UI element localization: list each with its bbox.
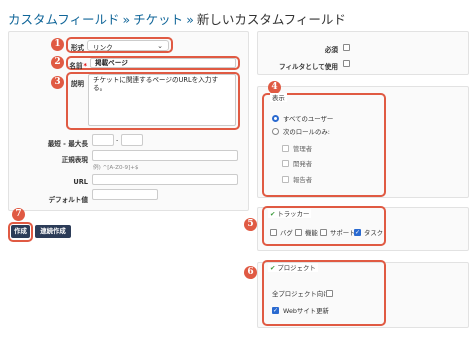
breadcrumb-custom-fields-link[interactable]: カスタムフィールド xyxy=(8,12,120,27)
role-manager-label: 管理者 xyxy=(293,145,313,153)
create-button[interactable]: 作成 xyxy=(11,225,30,238)
format-label: 形式 xyxy=(70,44,84,52)
breadcrumb: カスタムフィールド» チケット» 新しいカスタムフィールド xyxy=(8,9,346,28)
tracker-task-label: タスク xyxy=(364,229,384,237)
regex-label: 正規表現 xyxy=(61,156,88,164)
min-length-input[interactable] xyxy=(92,134,114,146)
create-continue-button[interactable]: 連続作成 xyxy=(35,225,71,238)
all-users-label: すべてのユーザー xyxy=(283,115,334,123)
checkmark-icon: ✔ xyxy=(270,264,276,272)
description-textarea[interactable]: チケットに関連するページのURLを入力する。 xyxy=(88,74,236,126)
roles-only-radio[interactable] xyxy=(272,128,279,135)
highlight-visibility xyxy=(262,93,386,197)
min-max-length-label: 最短 - 最大長 xyxy=(47,140,88,148)
tracker-feature-checkbox[interactable] xyxy=(295,229,302,236)
tracker-task-checkbox[interactable]: ✓ xyxy=(354,229,361,236)
role-reporter-label: 報告者 xyxy=(293,176,313,184)
annotation-badge-5: 5 xyxy=(244,218,257,231)
format-select[interactable]: リンク ⌄ xyxy=(87,40,169,52)
annotation-badge-3: 3 xyxy=(51,76,64,89)
regex-input[interactable] xyxy=(92,150,238,161)
url-label: URL xyxy=(73,178,88,186)
tracker-support-label: サポート xyxy=(330,229,356,237)
annotation-badge-7: 7 xyxy=(12,208,25,221)
checkmark-icon: ✔ xyxy=(270,210,276,218)
filter-checkbox[interactable] xyxy=(343,60,350,67)
description-label: 説明 xyxy=(70,80,84,88)
tracker-legend: ✔ トラッカー xyxy=(268,209,312,218)
visibility-legend: 表示 xyxy=(270,93,287,102)
range-dash: - xyxy=(116,136,119,144)
project-website-update-label: Webサイト更新 xyxy=(283,307,329,315)
role-reporter-checkbox[interactable] xyxy=(282,176,289,183)
role-dev-checkbox[interactable] xyxy=(282,160,289,167)
name-label: 名前* xyxy=(69,62,87,70)
name-input[interactable]: 掲載ページ xyxy=(90,58,236,68)
filter-label: フィルタとして使用 xyxy=(278,63,338,71)
required-asterisk: * xyxy=(83,62,87,70)
all-projects-label: 全プロジェクト向け xyxy=(272,290,330,298)
required-checkbox[interactable] xyxy=(343,44,350,51)
required-label: 必須 xyxy=(324,46,338,54)
role-dev-label: 開発者 xyxy=(293,160,313,168)
role-manager-checkbox[interactable] xyxy=(282,145,289,152)
annotation-badge-2: 2 xyxy=(51,56,64,69)
annotation-badge-1: 1 xyxy=(51,38,64,51)
default-value-label: デフォルト値 xyxy=(48,196,88,204)
page-title: 新しいカスタムフィールド xyxy=(196,12,346,27)
breadcrumb-separator: » xyxy=(122,12,131,27)
max-length-input[interactable] xyxy=(121,134,143,146)
breadcrumb-separator: » xyxy=(186,12,194,27)
url-input[interactable] xyxy=(92,174,238,185)
annotation-badge-6: 6 xyxy=(244,266,257,279)
format-selected-value: リンク xyxy=(93,44,113,52)
tracker-bug-label: バグ xyxy=(280,229,293,237)
project-website-update-checkbox[interactable]: ✓ xyxy=(272,307,279,314)
regex-hint: 例) ^[A-Z0-9]+$ xyxy=(93,165,139,171)
all-users-radio[interactable] xyxy=(272,115,279,122)
all-projects-checkbox[interactable] xyxy=(326,290,333,297)
tracker-support-checkbox[interactable] xyxy=(320,229,327,236)
tracker-feature-label: 機能 xyxy=(305,229,318,237)
chevron-down-icon: ⌄ xyxy=(157,42,163,50)
breadcrumb-tickets-link[interactable]: チケット xyxy=(133,12,183,27)
default-value-input[interactable] xyxy=(92,189,158,200)
project-legend: ✔ プロジェクト xyxy=(268,263,318,272)
roles-only-label: 次のロールのみ: xyxy=(283,128,330,136)
tracker-bug-checkbox[interactable] xyxy=(270,229,277,236)
